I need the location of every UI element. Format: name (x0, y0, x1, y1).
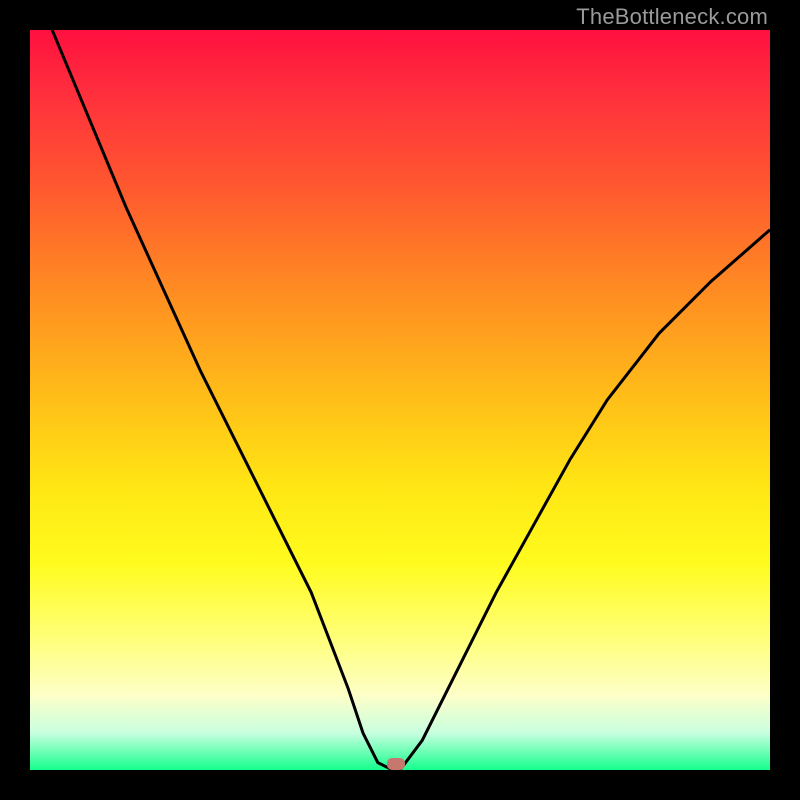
bottleneck-curve (30, 30, 770, 770)
plot-area (30, 30, 770, 770)
curve-path (30, 30, 770, 770)
chart-frame: TheBottleneck.com (0, 0, 800, 800)
watermark-label: TheBottleneck.com (576, 4, 768, 30)
optimum-marker (387, 758, 405, 770)
